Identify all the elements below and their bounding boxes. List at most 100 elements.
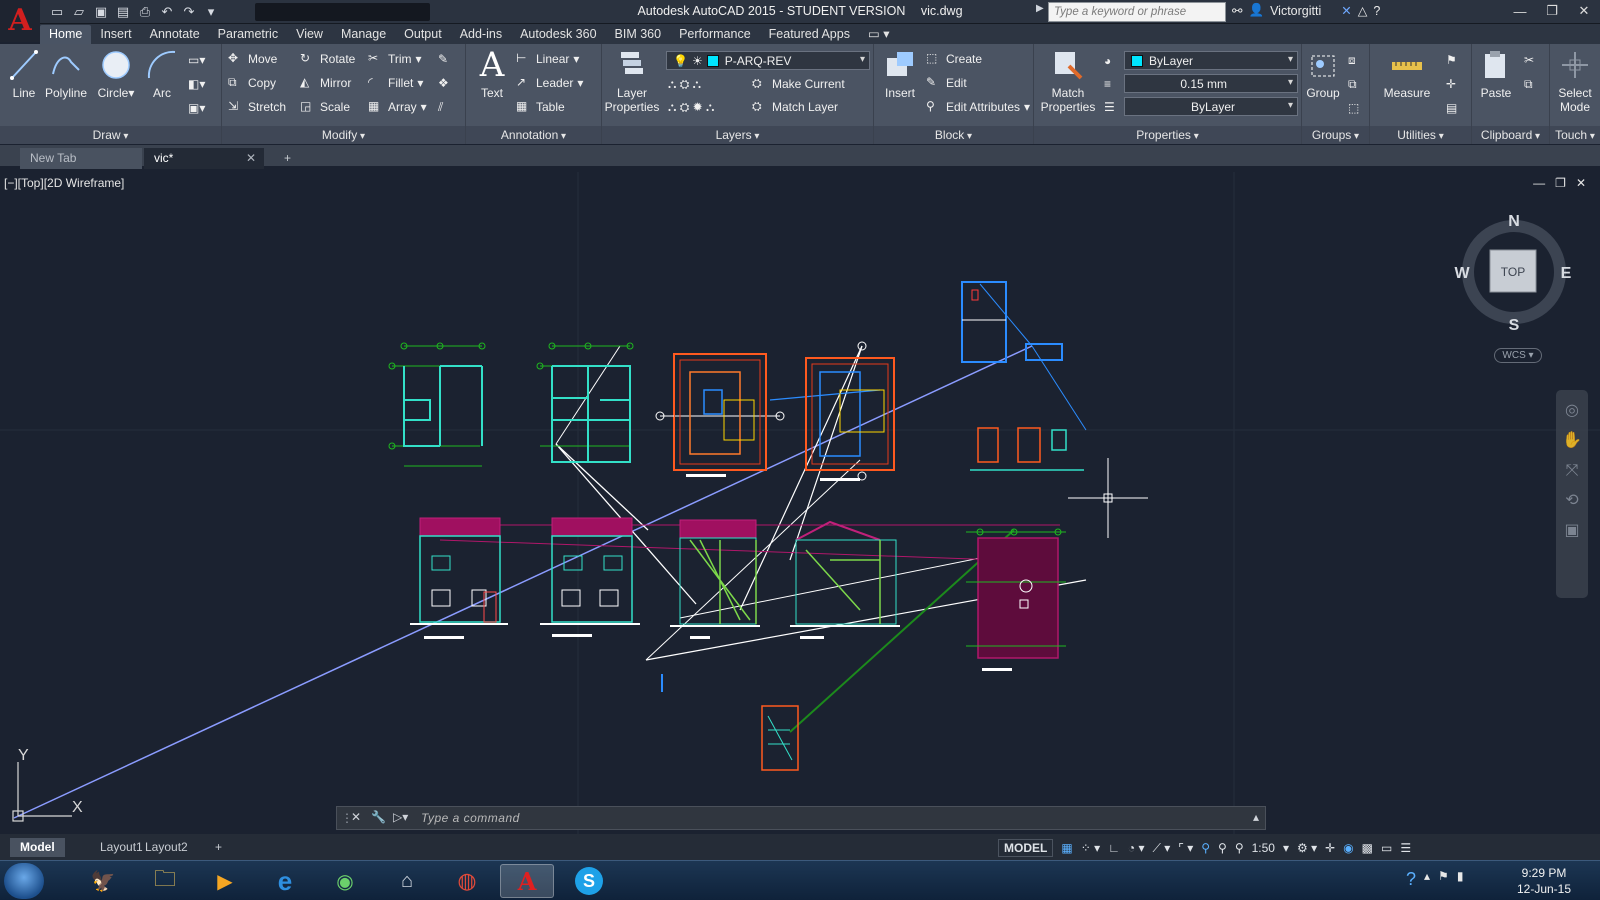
close-icon[interactable]: ✕ (1568, 0, 1600, 22)
match-properties-button[interactable]: Match Properties (1038, 48, 1098, 114)
ribbon-options-icon[interactable]: ▭ ▾ (859, 24, 899, 44)
steering-wheel-icon[interactable]: ◎ (1556, 396, 1588, 426)
line-button[interactable]: Line (0, 48, 48, 100)
taskbar-app-bird[interactable]: 🦅 (76, 864, 130, 898)
panel-block-label[interactable]: Block (874, 126, 1033, 144)
panel-draw-label[interactable]: Draw (0, 126, 221, 144)
close-tab-icon[interactable]: ✕ (246, 151, 256, 165)
zoom-extents-icon[interactable]: ⤧ (1556, 456, 1588, 486)
ortho-icon[interactable]: ∟ (1108, 841, 1120, 855)
add-layout-icon[interactable]: + (205, 838, 232, 857)
ribbon-tab-performance[interactable]: Performance (670, 25, 760, 44)
annotation-scale-value[interactable]: 1:50 (1252, 841, 1275, 855)
panel-utilities-label[interactable]: Utilities (1370, 126, 1471, 144)
help-search-input[interactable]: Type a keyword or phrase (1048, 2, 1226, 22)
text-button[interactable]: A Text (468, 48, 516, 100)
panel-layers-label[interactable]: Layers (602, 126, 873, 144)
snap-icon[interactable]: ⁘ ▾ (1081, 841, 1100, 855)
help-icon[interactable]: ? (1373, 4, 1380, 18)
rotate-button[interactable]: ↻ Rotate (300, 49, 355, 69)
workspace-gear-icon[interactable]: ⚙ ▾ (1297, 841, 1317, 855)
command-prompt-icon[interactable]: ▷▾ (393, 810, 408, 824)
linear-dimension-button[interactable]: ⊢ Linear ▾ (516, 49, 579, 69)
viewcube-north[interactable]: N (1508, 213, 1520, 230)
start-button[interactable] (4, 863, 44, 899)
ribbon-tab-output[interactable]: Output (395, 25, 451, 44)
annotation-scale-icon[interactable]: ⚲ (1235, 841, 1244, 855)
annotation-monitor-icon[interactable]: ✛ (1325, 841, 1335, 855)
rectangle-icon[interactable]: ▭▾ (188, 50, 205, 70)
mirror-button[interactable]: ◭ Mirror (300, 73, 351, 93)
panel-properties-label[interactable]: Properties (1034, 126, 1301, 144)
arc-button[interactable]: Arc (138, 48, 186, 100)
circle-button[interactable]: Circle▾ (92, 48, 140, 100)
object-snap-icon[interactable]: ⌜ ▾ (1178, 841, 1193, 855)
taskbar-app-internet-explorer[interactable]: e (258, 864, 312, 898)
insert-block-button[interactable]: Insert (876, 48, 924, 100)
group-button[interactable]: Group (1302, 48, 1344, 100)
id-point-icon[interactable]: ✛ (1446, 74, 1456, 94)
doc-tab-new[interactable]: New Tab (20, 148, 142, 169)
scale-dropdown-icon[interactable]: ▾ (1283, 841, 1289, 855)
search-expand-icon[interactable]: ▶ (1036, 3, 1044, 14)
doc-tab-vic[interactable]: vic* ✕ (144, 148, 264, 169)
viewcube-south[interactable]: S (1509, 317, 1520, 334)
group-select-icon[interactable]: ⬚ (1348, 98, 1359, 118)
annotation-visibility-icon[interactable]: ⚲ (1201, 841, 1210, 855)
lineweight-icon[interactable]: ≡ (1104, 74, 1111, 94)
create-block-button[interactable]: ⬚ Create (926, 49, 982, 69)
viewcube-top[interactable]: TOP (1501, 265, 1525, 279)
hardware-acceleration-icon[interactable]: ▩ (1362, 841, 1373, 855)
pan-icon[interactable]: ✋ (1556, 426, 1588, 456)
polyline-button[interactable]: Polyline (42, 48, 90, 100)
command-close-icon[interactable]: ✕ (351, 810, 361, 824)
command-history-icon[interactable]: ▴ (1253, 810, 1259, 824)
viewcube-east[interactable]: E (1561, 265, 1572, 282)
isolate-icon[interactable]: ◉ (1343, 841, 1353, 855)
ribbon-tab-view[interactable]: View (287, 25, 332, 44)
ribbon-tab-manage[interactable]: Manage (332, 25, 395, 44)
copy-clip-icon[interactable]: ⧉ (1524, 74, 1533, 94)
erase-icon[interactable]: ✎ (438, 49, 448, 69)
panel-groups-label[interactable]: Groups (1302, 126, 1369, 144)
calculator-icon[interactable]: ▤ (1446, 98, 1457, 118)
ribbon-tab-insert[interactable]: Insert (91, 25, 140, 44)
cut-icon[interactable]: ✂ (1524, 50, 1534, 70)
restore-icon[interactable]: ❐ (1536, 0, 1568, 22)
polar-icon[interactable]: ◔ ▾ (1128, 841, 1145, 855)
clean-screen-icon[interactable]: ▭ (1381, 841, 1392, 855)
edit-block-button[interactable]: ✎ Edit (926, 73, 967, 93)
command-customize-icon[interactable]: 🔧 (371, 810, 386, 824)
table-button[interactable]: ▦ Table (516, 97, 565, 117)
color-wheel-icon[interactable]: ◕ (1104, 51, 1111, 71)
copy-button[interactable]: ⧉ Copy (228, 73, 276, 93)
panel-annotation-label[interactable]: Annotation (466, 126, 601, 144)
taskbar-app-windows[interactable]: ◉ (318, 864, 372, 898)
layer-tools-row-1[interactable]: ⛬ ⛭ ⛬ (668, 74, 701, 94)
grid-icon[interactable]: ▦ (1061, 841, 1072, 855)
select-mode-button[interactable]: Select Mode (1550, 48, 1600, 114)
stretch-button[interactable]: ⇲ Stretch (228, 97, 286, 117)
layer-tools-row-2[interactable]: ⛬ ⛭ ✹ ⛬ (668, 97, 714, 117)
measure-button[interactable]: Measure (1378, 48, 1436, 100)
isodraft-icon[interactable]: ⟋ ▾ (1152, 841, 1170, 856)
minimize-icon[interactable]: — (1504, 0, 1536, 22)
group-edit-icon[interactable]: ⧉ (1348, 74, 1357, 94)
layer-properties-button[interactable]: Layer Properties (602, 48, 662, 114)
move-button[interactable]: ✥ Move (228, 49, 277, 69)
viewport-restore-icon[interactable]: ❐ (1555, 176, 1566, 190)
offset-icon[interactable]: ⫽ (438, 97, 443, 117)
application-menu-button[interactable]: A (0, 0, 40, 42)
layer-dropdown[interactable]: 💡 ☀ P-ARQ-REV (666, 51, 870, 70)
viewcube[interactable]: TOP N S W E (1454, 213, 1571, 334)
ribbon-tab-autodesk360[interactable]: Autodesk 360 (511, 25, 605, 44)
auto-scale-icon[interactable]: ⚲ (1218, 841, 1227, 855)
lineweight-dropdown[interactable]: 0.15 mm (1124, 74, 1298, 93)
boundary-icon[interactable]: ▣▾ (188, 98, 205, 118)
action-center-icon[interactable]: ⚑ (1438, 869, 1449, 890)
clock[interactable]: 9:29 PM 12-Jun-15 (1504, 865, 1584, 897)
network-icon[interactable]: ▮ (1457, 869, 1464, 890)
add-tab-icon[interactable]: + (274, 148, 296, 169)
viewport-controls-label[interactable]: [−][Top][2D Wireframe] (4, 176, 124, 190)
viewport-close-icon[interactable]: ✕ (1576, 176, 1586, 190)
